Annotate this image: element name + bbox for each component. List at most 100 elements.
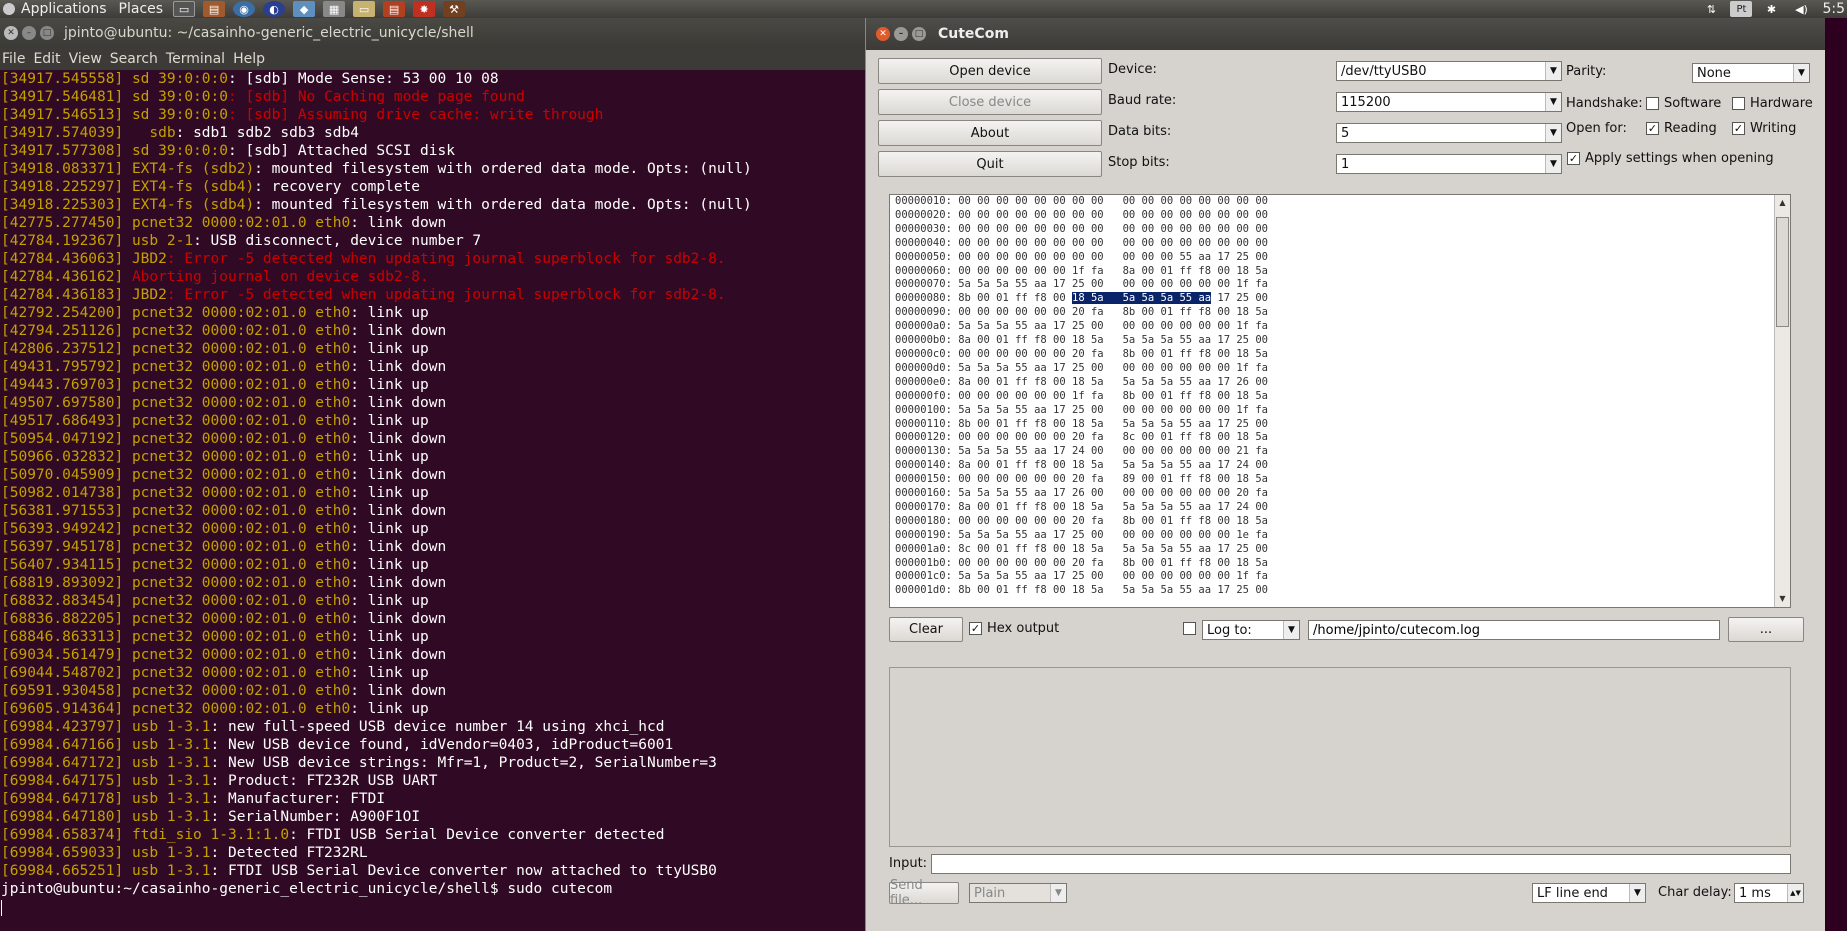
- hex-line: 00000060: 00 00 00 00 00 00 1f fa 8a 00 …: [895, 264, 1268, 277]
- hex-line: 00000180: 00 00 00 00 00 00 20 fa 8b 00 …: [895, 514, 1268, 527]
- log-timestamp: [49431.795792]: [1, 359, 124, 375]
- clear-button[interactable]: Clear: [889, 617, 963, 642]
- tool-launcher-icon[interactable]: ⚒: [443, 1, 466, 17]
- log-message: : link up: [350, 413, 429, 429]
- device-combo[interactable]: /dev/ttyUSB0 ▼: [1336, 61, 1562, 81]
- output-area[interactable]: [889, 667, 1791, 847]
- files-launcher-icon[interactable]: ▤: [203, 1, 226, 17]
- stop-bits-combo[interactable]: 1 ▼: [1336, 154, 1562, 174]
- hex-line: 00000020: 00 00 00 00 00 00 00 00 00 00 …: [895, 208, 1268, 221]
- terminal-menu-search[interactable]: Search: [108, 51, 164, 67]
- input-field[interactable]: [931, 854, 1791, 874]
- maximize-icon[interactable]: □: [912, 27, 926, 41]
- cube-launcher-icon[interactable]: ◆: [293, 1, 316, 17]
- apply-settings-checkbox[interactable]: ✓: [1567, 152, 1580, 165]
- log-source: usb 1-3.1: [131, 791, 211, 807]
- calculator-launcher-icon[interactable]: ▦: [323, 1, 346, 17]
- log-source: pcnet32 0000:02:01.0 eth0: [131, 503, 351, 519]
- terminal-line: [56407.934115] pcnet32 0000:02:01.0 eth0…: [1, 556, 866, 574]
- terminal-menu-view[interactable]: View: [67, 51, 108, 67]
- folder-launcher-icon[interactable]: ▭: [353, 1, 376, 17]
- minimize-icon[interactable]: –: [894, 27, 908, 41]
- eclipse-launcher-icon[interactable]: ◐: [263, 1, 286, 17]
- hex-output-view[interactable]: 00000010: 00 00 00 00 00 00 00 00 00 00 …: [889, 194, 1791, 608]
- hex-line: 000000f0: 00 00 00 00 00 00 1f fa 8b 00 …: [895, 389, 1268, 402]
- log-timestamp: [42784.436063]: [1, 251, 124, 267]
- minimize-icon[interactable]: –: [22, 26, 36, 40]
- log-message: : recovery complete: [254, 179, 421, 195]
- terminal-launcher-icon[interactable]: ▭: [173, 1, 196, 17]
- browser-launcher-icon[interactable]: ◉: [233, 1, 256, 17]
- terminal-line: [34917.546513] sd 39:0:0:0: [sdb] Assumi…: [1, 106, 866, 124]
- terminal-line: [68836.882205] pcnet32 0000:02:01.0 eth0…: [1, 610, 866, 628]
- log-to-checkbox[interactable]: [1183, 622, 1196, 635]
- network-icon[interactable]: ⇅: [1700, 1, 1722, 17]
- browse-button[interactable]: ...: [1728, 617, 1804, 642]
- log-source: pcnet32 0000:02:01.0 eth0: [131, 485, 351, 501]
- log-source: pcnet32 0000:02:01.0 eth0: [131, 539, 351, 555]
- terminal-line: [68832.883454] pcnet32 0000:02:01.0 eth0…: [1, 592, 866, 610]
- clock[interactable]: 5:5: [1816, 1, 1847, 17]
- vertical-scrollbar[interactable]: ▲ ▼: [1774, 195, 1790, 607]
- char-delay-spinbox[interactable]: 1 ms ▲▼: [1734, 883, 1804, 903]
- open-device-button[interactable]: Open device: [878, 58, 1102, 84]
- writing-checkbox[interactable]: ✓: [1732, 122, 1745, 135]
- terminal-output[interactable]: [34917.545558] sd 39:0:0:0: [sdb] Mode S…: [0, 70, 866, 931]
- apply-settings-label: Apply settings when opening: [1585, 151, 1774, 166]
- log-to-combo[interactable]: Log to: ▼: [1202, 620, 1300, 640]
- log-path-field[interactable]: /home/jpinto/cutecom.log: [1308, 620, 1720, 640]
- log-source: pcnet32 0000:02:01.0 eth0: [131, 323, 351, 339]
- reading-checkbox[interactable]: ✓: [1646, 122, 1659, 135]
- scroll-up-icon[interactable]: ▲: [1775, 195, 1790, 211]
- log-source: pcnet32 0000:02:01.0 eth0: [131, 449, 351, 465]
- send-mode-combo[interactable]: Plain ▼: [969, 883, 1067, 903]
- volume-icon[interactable]: ◀): [1790, 1, 1812, 17]
- software-handshake-checkbox[interactable]: [1646, 97, 1659, 110]
- close-icon[interactable]: ✕: [4, 26, 18, 40]
- log-timestamp: [69984.647178]: [1, 791, 124, 807]
- terminal-menu-terminal[interactable]: Terminal: [164, 51, 231, 67]
- log-message: : mounted filesystem with ordered data m…: [254, 161, 752, 177]
- log-source: pcnet32 0000:02:01.0 eth0: [131, 341, 351, 357]
- log-message: : link up: [350, 557, 429, 573]
- terminal-menu-edit[interactable]: Edit: [31, 51, 66, 67]
- app-launcher-icon[interactable]: ✸: [413, 1, 436, 17]
- hex-line: 00000110: 8b 00 01 ff f8 00 18 5a 5a 5a …: [895, 417, 1268, 430]
- bluetooth-icon[interactable]: ✱: [1760, 1, 1782, 17]
- hex-lines: 00000010: 00 00 00 00 00 00 00 00 00 00 …: [890, 195, 1790, 598]
- scroll-thumb[interactable]: [1776, 217, 1789, 327]
- send-file-button[interactable]: Send file...: [889, 878, 959, 908]
- terminal-cursor: [1, 900, 2, 916]
- about-button[interactable]: About: [878, 120, 1102, 146]
- parity-combo[interactable]: None ▼: [1692, 63, 1810, 83]
- places-menu[interactable]: Places: [113, 1, 170, 17]
- log-timestamp: [42784.436183]: [1, 287, 124, 303]
- scroll-down-icon[interactable]: ▼: [1775, 591, 1790, 607]
- terminal-menu-help[interactable]: Help: [231, 51, 271, 67]
- hex-line: 00000170: 8a 00 01 ff f8 00 18 5a 5a 5a …: [895, 500, 1268, 513]
- hex-output-checkbox[interactable]: ✓: [969, 622, 982, 635]
- quit-button[interactable]: Quit: [878, 151, 1102, 177]
- keyboard-layout-icon[interactable]: Pt: [1730, 1, 1753, 17]
- document-launcher-icon[interactable]: ▤: [383, 1, 406, 17]
- line-end-value: LF line end: [1537, 885, 1608, 901]
- applications-menu[interactable]: Applications: [15, 1, 113, 17]
- maximize-icon[interactable]: □: [40, 26, 54, 40]
- chevron-down-icon: ▼: [1283, 621, 1299, 639]
- log-message: : link down: [350, 395, 447, 411]
- log-source: JBD2: [131, 251, 167, 267]
- cutecom-title: CuteCom: [938, 26, 1009, 42]
- log-source: pcnet32 0000:02:01.0 eth0: [131, 701, 351, 717]
- hardware-handshake-checkbox[interactable]: [1732, 97, 1745, 110]
- log-source: usb 1-3.1: [131, 737, 211, 753]
- data-bits-combo[interactable]: 5 ▼: [1336, 123, 1562, 143]
- close-icon[interactable]: ✕: [876, 27, 890, 41]
- close-device-button[interactable]: Close device: [878, 89, 1102, 115]
- hex-line: 000001c0: 5a 5a 5a 55 aa 17 25 00 00 00 …: [895, 570, 1268, 583]
- shell-prompt[interactable]: jpinto@ubuntu:~/casainho-generic_electri…: [1, 880, 866, 898]
- terminal-line: [69984.647178] usb 1-3.1: Manufacturer: …: [1, 790, 866, 808]
- line-end-combo[interactable]: LF line end ▼: [1532, 883, 1646, 903]
- terminal-menu-file[interactable]: File: [0, 51, 31, 67]
- baud-rate-combo[interactable]: 115200 ▼: [1336, 92, 1562, 112]
- log-timestamp: [49507.697580]: [1, 395, 124, 411]
